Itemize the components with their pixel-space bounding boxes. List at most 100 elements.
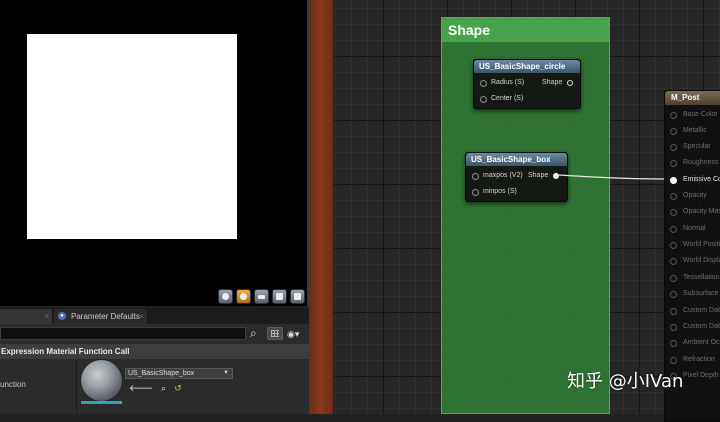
- input-pin-row[interactable]: Radius (S) Shape: [474, 78, 580, 88]
- node-basic-shape-box[interactable]: US_BasicShape_box maxpos (V2) Shape minp…: [465, 152, 568, 202]
- input-pin-icon[interactable]: [472, 189, 479, 196]
- material-pin-row[interactable]: Tessellation Multiplier: [665, 270, 720, 286]
- search-icon[interactable]: ⌕: [250, 326, 257, 340]
- asset-picker-combo[interactable]: US_BasicShape_box ▼: [125, 368, 233, 379]
- material-pin-row[interactable]: Subsurface Color: [665, 286, 720, 302]
- input-pin-icon[interactable]: [670, 112, 677, 119]
- asset-type-strip: [81, 401, 122, 404]
- input-pin-icon[interactable]: [670, 193, 677, 200]
- tab-parameter-defaults[interactable]: ● Parameter Defaults ×: [54, 309, 147, 324]
- material-preview-viewport[interactable]: [0, 0, 309, 306]
- input-pin-label: maxpos (V2): [483, 172, 523, 179]
- output-pin-label: Shape: [542, 79, 563, 86]
- input-pin-row[interactable]: maxpos (V2) Shape: [466, 171, 567, 181]
- asset-actions: 🡐 ⌕ ↺: [129, 383, 182, 393]
- input-pin-icon[interactable]: [670, 308, 677, 315]
- input-pin-icon[interactable]: [670, 160, 677, 167]
- browse-search-icon[interactable]: ⌕: [161, 383, 166, 393]
- material-pin-label: Specular: [683, 143, 711, 150]
- input-pin-icon[interactable]: [670, 144, 677, 151]
- node-title[interactable]: M_Post: [665, 91, 720, 105]
- node-title[interactable]: US_BasicShape_box: [466, 153, 567, 166]
- input-pin-row[interactable]: minpos (S): [466, 187, 567, 197]
- eye-dropdown-icon[interactable]: ◉▾: [287, 328, 299, 340]
- output-pin-label: Shape: [528, 172, 549, 179]
- material-pin-label: Custom Data 1: [683, 323, 720, 330]
- section-header[interactable]: Expression Material Function Call: [0, 344, 309, 359]
- tab-details[interactable]: ×: [0, 309, 52, 324]
- plane-icon[interactable]: [254, 289, 269, 304]
- material-pin-row[interactable]: Custom Data 0: [665, 303, 720, 319]
- material-pin-label: Roughness: [683, 159, 719, 166]
- input-pin-icon[interactable]: [670, 291, 677, 298]
- input-pin-icon[interactable]: [670, 275, 677, 282]
- watermark: 知乎 @小IVan: [567, 371, 684, 392]
- material-pin-row[interactable]: Opacity: [665, 188, 720, 204]
- material-pin-label: World Displacement: [683, 257, 720, 264]
- cube-icon[interactable]: [272, 289, 287, 304]
- asset-name: US_BasicShape_box: [128, 370, 195, 377]
- input-pin-row[interactable]: Center (S): [474, 94, 580, 104]
- material-pin-row[interactable]: Base Color: [665, 107, 720, 123]
- input-pin-label: minpos (S): [483, 188, 517, 195]
- input-pin-icon[interactable]: [670, 258, 677, 265]
- comment-title[interactable]: Shape: [442, 18, 609, 42]
- input-pin-icon[interactable]: [670, 357, 677, 364]
- custom-mesh-icon[interactable]: [290, 289, 305, 304]
- material-pin-row[interactable]: Roughness: [665, 155, 720, 171]
- input-pin-icon[interactable]: [670, 226, 677, 233]
- node-title[interactable]: US_BasicShape_circle: [474, 60, 580, 73]
- material-pin-label: Custom Data 0: [683, 307, 720, 314]
- material-pin-row-emissive[interactable]: Emissive Color: [665, 172, 720, 188]
- material-pin-row[interactable]: Ambient Occlusion: [665, 335, 720, 351]
- material-pin-row[interactable]: World Displacement: [665, 253, 720, 269]
- material-pin-label: Metallic: [683, 127, 707, 134]
- column-divider[interactable]: [76, 360, 77, 414]
- asset-thumbnail[interactable]: [81, 360, 122, 401]
- details-search-input[interactable]: [0, 327, 246, 340]
- input-pin-icon[interactable]: [480, 96, 487, 103]
- globe-icon: ●: [58, 312, 66, 320]
- input-pin-label: Center (S): [491, 95, 524, 102]
- input-pin-icon[interactable]: [670, 209, 677, 216]
- cylinder-icon[interactable]: [218, 289, 233, 304]
- input-pin-icon[interactable]: [670, 177, 677, 184]
- material-pin-label: Opacity Mask: [683, 208, 720, 215]
- input-pin-icon[interactable]: [670, 242, 677, 249]
- node-basic-shape-circle[interactable]: US_BasicShape_circle Radius (S) Shape Ce…: [473, 59, 581, 109]
- material-pin-label: Pixel Depth Offset: [683, 372, 720, 379]
- material-pin-row[interactable]: Metallic: [665, 123, 720, 139]
- material-pin-row[interactable]: World Position Offset: [665, 237, 720, 253]
- input-pin-label: Radius (S): [491, 79, 525, 86]
- reset-icon[interactable]: ↺: [174, 383, 182, 393]
- material-pin-row[interactable]: Normal: [665, 221, 720, 237]
- close-icon[interactable]: ×: [139, 309, 144, 324]
- material-graph-canvas[interactable]: Shape US_BasicShape_circle Radius (S) Sh…: [309, 0, 720, 422]
- material-pin-label: World Position Offset: [683, 241, 720, 248]
- material-pin-label: Ambient Occlusion: [683, 339, 720, 346]
- output-pin-icon[interactable]: [567, 80, 573, 86]
- details-panel: × ● Parameter Defaults × ⌕ ◉▾ Expression…: [0, 308, 309, 414]
- input-pin-icon[interactable]: [472, 173, 479, 180]
- material-pin-row[interactable]: Opacity Mask: [665, 204, 720, 220]
- material-pin-label: Refraction: [683, 356, 715, 363]
- material-pin-row[interactable]: Custom Data 1: [665, 319, 720, 335]
- output-pin-icon[interactable]: [553, 173, 559, 179]
- input-pin-icon[interactable]: [670, 324, 677, 331]
- input-pin-icon[interactable]: [480, 80, 487, 87]
- input-pin-icon[interactable]: [670, 340, 677, 347]
- material-pin-row[interactable]: Specular: [665, 139, 720, 155]
- property-matrix-icon[interactable]: [267, 327, 283, 340]
- material-pin-label: Tessellation Multiplier: [683, 274, 720, 281]
- details-search-row: ⌕ ◉▾: [0, 324, 309, 344]
- input-pin-icon[interactable]: [670, 128, 677, 135]
- graph-edge-comment: [309, 0, 334, 414]
- tab-parameter-defaults-label: Parameter Defaults: [71, 312, 140, 321]
- details-tab-bar: × ● Parameter Defaults ×: [0, 308, 309, 324]
- close-icon[interactable]: ×: [44, 309, 49, 324]
- material-pin-label: Subsurface Color: [683, 290, 720, 297]
- material-pin-label: Emissive Color: [683, 176, 720, 183]
- sphere-icon[interactable]: [236, 289, 251, 304]
- material-pin-row[interactable]: Refraction: [665, 352, 720, 368]
- use-selected-arrow-icon[interactable]: 🡐: [129, 383, 153, 393]
